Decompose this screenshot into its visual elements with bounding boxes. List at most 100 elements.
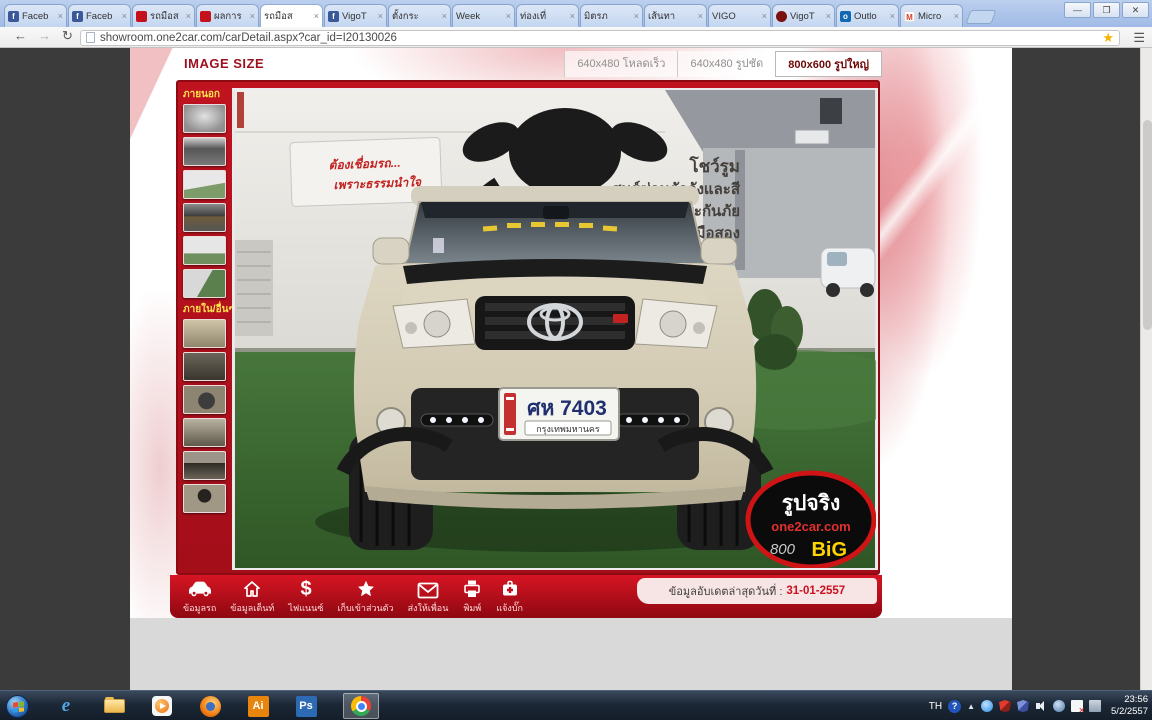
url-text[interactable]: showroom.one2car.com/carDetail.aspx?car_… — [100, 32, 1097, 44]
browser-tab-3[interactable]: ผลการ× — [196, 4, 259, 27]
clock-tray-icon[interactable] — [1053, 700, 1065, 712]
browser-tab-0[interactable]: fFaceb× — [4, 4, 67, 27]
size-option-640-fast[interactable]: 640x480 โหลดเร็ว — [564, 51, 677, 77]
scrollbar-thumb[interactable] — [1143, 120, 1152, 330]
browser-tab-6[interactable]: ตั้งกระ× — [388, 4, 451, 27]
taskbar-ie-icon[interactable]: e — [55, 695, 77, 717]
tab-close-icon[interactable]: × — [378, 11, 383, 21]
tab-close-icon[interactable]: × — [58, 11, 63, 21]
tab-close-icon[interactable]: × — [506, 11, 511, 21]
browser-tab-2[interactable]: รถมือส× — [132, 4, 195, 27]
toolbar-items: ข้อมูลรถข้อมูลเต็นท์ $ ไฟแนนซ์ เก็บเข้าส่วน… — [176, 577, 530, 615]
tab-close-icon[interactable]: × — [442, 11, 447, 21]
photo-thumbnail-4[interactable] — [183, 203, 226, 232]
browser-tab-8[interactable]: ท่องเที่× — [516, 4, 579, 27]
show-hidden-icons[interactable]: ▲ — [967, 702, 975, 711]
photo-thumbnail-2[interactable] — [183, 137, 226, 166]
taskbar-media-player-icon[interactable] — [151, 695, 173, 717]
toolbar-item-car[interactable]: ข้อมูลรถ — [176, 577, 223, 615]
taskbar-explorer-icon[interactable] — [103, 695, 125, 717]
tab-close-icon[interactable]: × — [826, 11, 831, 21]
tab-close-icon[interactable]: × — [698, 11, 703, 21]
tab-close-icon[interactable]: × — [890, 11, 895, 21]
photo-thumbnail-12[interactable] — [183, 484, 226, 513]
svg-text:กรุงเทพมหานคร: กรุงเทพมหานคร — [536, 424, 600, 435]
photo-thumbnail-7[interactable] — [183, 319, 226, 348]
reload-button[interactable]: ↻ — [62, 28, 73, 44]
downloader-tray-icon[interactable] — [981, 700, 993, 712]
photo-thumbnail-11[interactable] — [183, 451, 226, 480]
tab-close-icon[interactable]: × — [634, 11, 639, 21]
bookmark-star-icon[interactable]: ★ — [1102, 31, 1114, 45]
chrome-menu-icon[interactable]: ☰ — [1133, 30, 1145, 46]
taskbar-photoshop-icon[interactable]: Ps — [295, 695, 317, 717]
taskbar-clock[interactable]: 23:56 5/2/2557 — [1111, 694, 1148, 718]
toolbar-item-star[interactable]: เก็บเข้าส่วนตัว — [330, 577, 400, 615]
taskbar-firefox-icon[interactable] — [199, 695, 221, 717]
browser-tab-13[interactable]: oOutlo× — [836, 4, 899, 27]
minimize-button[interactable]: — — [1064, 2, 1091, 18]
browser-tab-14[interactable]: MMicro× — [900, 4, 963, 27]
photo-thumbnail-5[interactable] — [183, 236, 226, 265]
tab-close-icon[interactable]: × — [314, 11, 319, 21]
language-indicator[interactable]: TH — [929, 701, 942, 712]
toolbar-item-label: ไฟแนนซ์ — [288, 601, 323, 615]
action-toolbar: ข้อมูลรถข้อมูลเต็นท์ $ ไฟแนนซ์ เก็บเข้าส่วน… — [170, 575, 882, 618]
rail-section-label-0: ภายนอก — [183, 87, 230, 102]
security-tray-icon[interactable] — [1017, 700, 1029, 712]
volume-tray-icon[interactable] — [1035, 700, 1047, 712]
tab-close-icon[interactable]: × — [186, 11, 191, 21]
toolbar-item-firstaid[interactable]: แจ้งบั๊ก — [489, 577, 530, 615]
toolbar-item-home[interactable]: ข้อมูลเต็นท์ — [223, 577, 281, 615]
toolbar-item-dollar[interactable]: $ ไฟแนนซ์ — [281, 577, 330, 615]
address-bar[interactable]: showroom.one2car.com/carDetail.aspx?car_… — [80, 30, 1120, 46]
tab-close-icon[interactable]: × — [250, 11, 255, 21]
taskbar-illustrator-icon[interactable]: Ai — [247, 695, 269, 717]
tab-close-icon[interactable]: × — [954, 11, 959, 21]
browser-tab-1[interactable]: fFaceb× — [68, 4, 131, 27]
photo-thumbnail-6[interactable] — [183, 269, 226, 298]
toolbar-item-label: ส่งให้เพื่อน — [408, 601, 449, 615]
browser-tab-10[interactable]: เส้นทา× — [644, 4, 707, 27]
toolbar-item-mail[interactable]: ส่งให้เพื่อน — [401, 577, 456, 615]
photo-thumbnail-10[interactable] — [183, 418, 226, 447]
browser-tab-5[interactable]: fVigoT× — [324, 4, 387, 27]
browser-tab-12[interactable]: VigoT× — [772, 4, 835, 27]
size-option-800-big[interactable]: 800x600 รูปใหญ่ — [775, 51, 882, 77]
forward-button[interactable]: → — [38, 28, 51, 43]
action-center-icon[interactable] — [1071, 700, 1083, 712]
browser-tab-11[interactable]: VIGO× — [708, 4, 771, 27]
toolbar-item-printer[interactable]: พิมพ์ — [455, 577, 489, 615]
browser-tab-9[interactable]: มิตรภ× — [580, 4, 643, 27]
browser-tab-4[interactable]: รถมือส× — [260, 4, 323, 27]
browser-tab-7[interactable]: Week× — [452, 4, 515, 27]
tab-list: fFaceb×fFaceb×รถมือส×ผลการ×รถมือส×fVigoT… — [4, 4, 994, 27]
photo-thumbnail-8[interactable] — [183, 352, 226, 381]
help-tray-icon[interactable]: ? — [948, 700, 961, 713]
antivirus-tray-icon[interactable] — [999, 700, 1011, 712]
tab-label: VigoT — [342, 11, 375, 22]
tab-close-icon[interactable]: × — [570, 11, 575, 21]
new-tab-button[interactable] — [965, 10, 996, 24]
back-button[interactable]: ← — [14, 28, 27, 43]
last-updated-box: ข้อมูลอับเดตล่าสุดวันที่ : 31-01-2557 — [637, 578, 877, 604]
close-button[interactable]: ✕ — [1122, 2, 1149, 18]
network-tray-icon[interactable] — [1089, 700, 1101, 712]
tab-close-icon[interactable]: × — [762, 11, 767, 21]
page-scrollbar[interactable] — [1140, 48, 1152, 690]
photo-thumbnail-9[interactable] — [183, 385, 226, 414]
image-size-title: IMAGE SIZE — [184, 56, 264, 71]
svg-text:$: $ — [300, 578, 311, 599]
taskbar-chrome-icon-active[interactable] — [343, 693, 379, 719]
dollar-icon: $ — [288, 577, 323, 599]
tab-close-icon[interactable]: × — [122, 11, 127, 21]
maximize-button[interactable]: ❐ — [1093, 2, 1120, 18]
photo-thumbnail-3[interactable] — [183, 170, 226, 199]
svg-text:โชว์รูม: โชว์รูม — [688, 156, 740, 178]
size-option-640-clear[interactable]: 640x480 รูปชัด — [677, 51, 775, 77]
svg-text:800: 800 — [770, 541, 796, 558]
start-button[interactable] — [6, 695, 29, 718]
windows-taskbar: e Ai Ps TH ? ▲ 23:56 5/2/2557 — [0, 690, 1152, 720]
photo-thumbnail-1[interactable] — [183, 104, 226, 133]
taskbar-date: 5/2/2557 — [1111, 706, 1148, 718]
